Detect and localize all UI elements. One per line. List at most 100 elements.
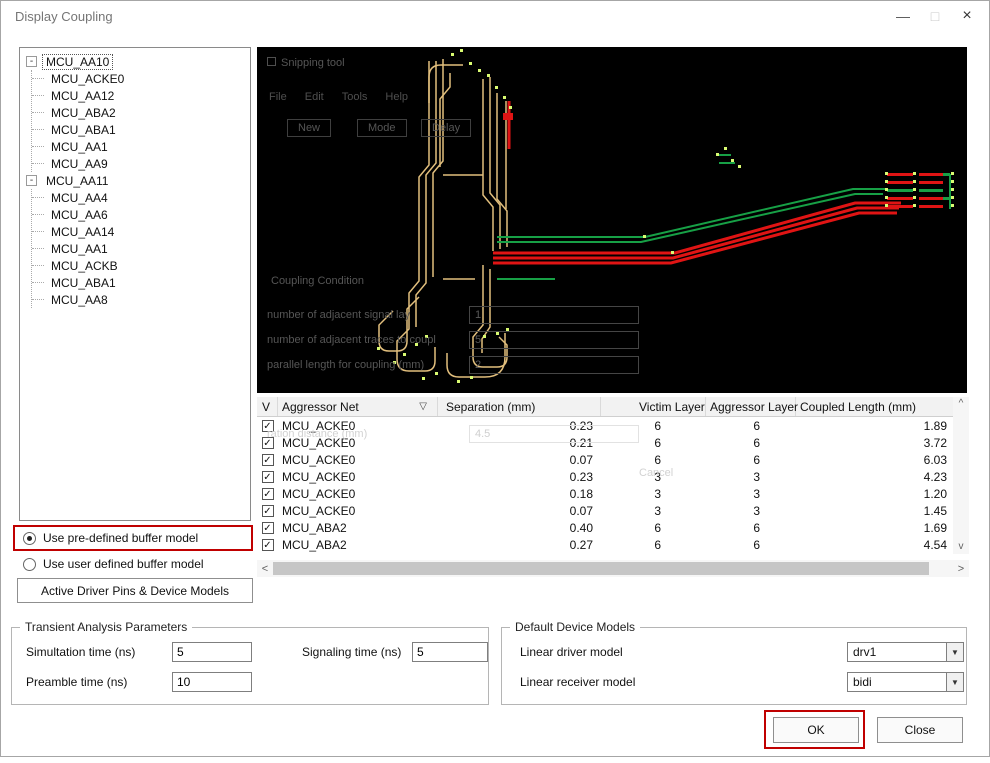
col-coupled-length[interactable]: Coupled Length (mm) [796, 397, 953, 416]
pcb-canvas[interactable] [257, 47, 967, 393]
cell-victim-layer: 6 [654, 452, 661, 467]
row-checkbox[interactable]: ✓ [261, 538, 274, 551]
preamble-time-label: Preamble time (ns) [26, 675, 128, 689]
radio-unselected-icon[interactable] [23, 557, 36, 571]
col-victim-layer[interactable]: Victim Layer [601, 397, 706, 416]
net-tree-panel[interactable]: - MCU_AA10 MCU_ACKE0 MCU_AA12 MCU_ABA2 MCU_AB… [19, 47, 251, 521]
tree-node[interactable]: MCU_ABA1 [47, 122, 120, 138]
radio-predefined-buffer-model[interactable]: Use pre-defined buffer model [23, 529, 198, 547]
table-row[interactable]: ✓ MCU_ACKE0 0.18 3 3 1.20 [257, 485, 953, 502]
row-checkbox[interactable]: ✓ [261, 504, 274, 517]
scroll-right-icon[interactable]: > [953, 563, 969, 575]
cell-aggressor-layer: 6 [753, 452, 760, 467]
scroll-up-icon[interactable]: ^ [959, 397, 964, 411]
sort-icon[interactable]: ▽ [419, 401, 433, 412]
tree-node[interactable]: MCU_ACKB [47, 258, 122, 274]
tree-expander-icon[interactable]: - [26, 175, 37, 186]
radio-user-buffer-model[interactable]: Use user defined buffer model [23, 555, 204, 573]
cell-victim-layer: 3 [654, 486, 661, 501]
tree-node[interactable]: MCU_AA1 [47, 241, 112, 257]
cell-victim-layer: 6 [654, 418, 661, 433]
row-checkbox[interactable]: ✓ [261, 453, 274, 466]
tree-node[interactable]: MCU_ABA2 [47, 105, 120, 121]
tree-node[interactable]: MCU_AA12 [47, 88, 118, 104]
col-aggressor-net[interactable]: Aggressor Net ▽ [278, 397, 438, 416]
row-checkbox[interactable]: ✓ [261, 521, 274, 534]
table-row[interactable]: ✓ MCU_ACKE0 0.07 6 6 6.03 [257, 451, 953, 468]
minimize-icon[interactable]: — [887, 3, 919, 29]
radio-selected-icon[interactable] [23, 531, 36, 545]
row-checkbox[interactable]: ✓ [261, 419, 274, 432]
close-button[interactable]: Close [877, 717, 963, 743]
table-row[interactable]: ✓ MCU_ABA2 0.40 6 6 1.69 [257, 519, 953, 536]
cell-aggressor-layer: 6 [753, 537, 760, 552]
ok-button[interactable]: OK [773, 717, 859, 743]
display-coupling-dialog: Display Coupling — □ × - MCU_AA10 MCU_ACKE… [0, 0, 990, 757]
tree-node[interactable]: MCU_AA6 [47, 207, 112, 223]
col-check[interactable]: V [257, 397, 278, 416]
col-separation[interactable]: Separation (mm) [438, 397, 601, 416]
cell-victim-layer: 6 [654, 435, 661, 450]
tree-node[interactable]: MCU_AA14 [47, 224, 118, 240]
tree-connector [32, 282, 44, 283]
tree-node[interactable]: MCU_AA1 [47, 139, 112, 155]
cell-coupled-length: 1.69 [923, 520, 947, 535]
horizontal-scrollbar[interactable]: < > [257, 560, 969, 577]
signaling-time-input[interactable] [412, 642, 488, 662]
scroll-left-icon[interactable]: < [257, 563, 273, 575]
cell-separation: 0.40 [569, 520, 593, 535]
maximize-icon[interactable]: □ [919, 3, 951, 29]
cell-separation: 0.23 [569, 418, 593, 433]
table-row[interactable]: ✓ MCU_ACKE0 0.21 6 6 3.72 [257, 434, 953, 451]
receiver-model-value: bidi [853, 675, 872, 689]
tree-connector [32, 231, 44, 232]
tree-node[interactable]: MCU_AA10 [42, 53, 114, 70]
cell-aggressor-net: MCU_ACKE0 [282, 503, 356, 518]
col-aggressor-layer[interactable]: Aggressor Layer [706, 397, 798, 416]
close-icon[interactable]: × [951, 3, 983, 29]
cell-aggressor-layer: 6 [753, 435, 760, 450]
row-checkbox[interactable]: ✓ [261, 470, 274, 483]
active-driver-pins-button[interactable]: Active Driver Pins & Device Models [17, 578, 253, 603]
receiver-model-dropdown[interactable]: bidi ▼ [847, 672, 964, 692]
tree-connector [32, 112, 44, 113]
cell-victim-layer: 6 [654, 520, 661, 535]
cell-separation: 0.18 [569, 486, 593, 501]
tree-connector [32, 214, 44, 215]
device-models-legend: Default Device Models [510, 620, 641, 634]
cell-aggressor-net: MCU_ACKE0 [282, 452, 356, 467]
row-checkbox[interactable]: ✓ [261, 487, 274, 500]
tree-connector [32, 248, 44, 249]
driver-model-value: drv1 [853, 645, 877, 659]
cell-coupled-length: 3.72 [923, 435, 947, 450]
coupling-table: V Aggressor Net ▽ Separation (mm) Victim… [257, 397, 969, 554]
chevron-down-icon[interactable]: ▼ [946, 643, 963, 661]
table-row[interactable]: ✓ MCU_ACKE0 0.23 3 3 4.23 [257, 468, 953, 485]
chevron-down-icon[interactable]: ▼ [946, 673, 963, 691]
default-device-models-group: Default Device Models Linear driver mode… [501, 620, 967, 705]
scroll-down-icon[interactable]: v [959, 540, 964, 554]
tree-connector [32, 146, 44, 147]
tree-node[interactable]: MCU_AA8 [47, 292, 112, 308]
cell-separation: 0.07 [569, 452, 593, 467]
scrollbar-thumb[interactable] [273, 562, 929, 575]
row-checkbox[interactable]: ✓ [261, 436, 274, 449]
tree-node[interactable]: MCU_AA11 [42, 173, 112, 189]
transient-parameters-group: Transient Analysis Parameters Simultatio… [11, 620, 489, 705]
table-row[interactable]: ✓ MCU_ABA2 0.27 6 6 4.54 [257, 536, 953, 553]
receiver-model-label: Linear receiver model [520, 675, 636, 689]
pcb-routing-image [257, 47, 967, 393]
preamble-time-input[interactable] [172, 672, 252, 692]
vertical-scrollbar[interactable]: ^ v [953, 397, 969, 554]
tree-node[interactable]: MCU_ABA1 [47, 275, 120, 291]
table-row[interactable]: ✓ MCU_ACKE0 0.07 3 3 1.45 [257, 502, 953, 519]
tree-expander-icon[interactable]: - [26, 56, 37, 67]
table-row[interactable]: ✓ MCU_ACKE0 0.23 6 6 1.89 [257, 417, 953, 434]
driver-model-dropdown[interactable]: drv1 ▼ [847, 642, 964, 662]
simulation-time-input[interactable] [172, 642, 252, 662]
table-header: V Aggressor Net ▽ Separation (mm) Victim… [257, 397, 953, 417]
tree-node[interactable]: MCU_ACKE0 [47, 71, 128, 87]
cell-coupled-length: 4.23 [923, 469, 947, 484]
tree-node[interactable]: MCU_AA4 [47, 190, 112, 206]
tree-node[interactable]: MCU_AA9 [47, 156, 112, 172]
